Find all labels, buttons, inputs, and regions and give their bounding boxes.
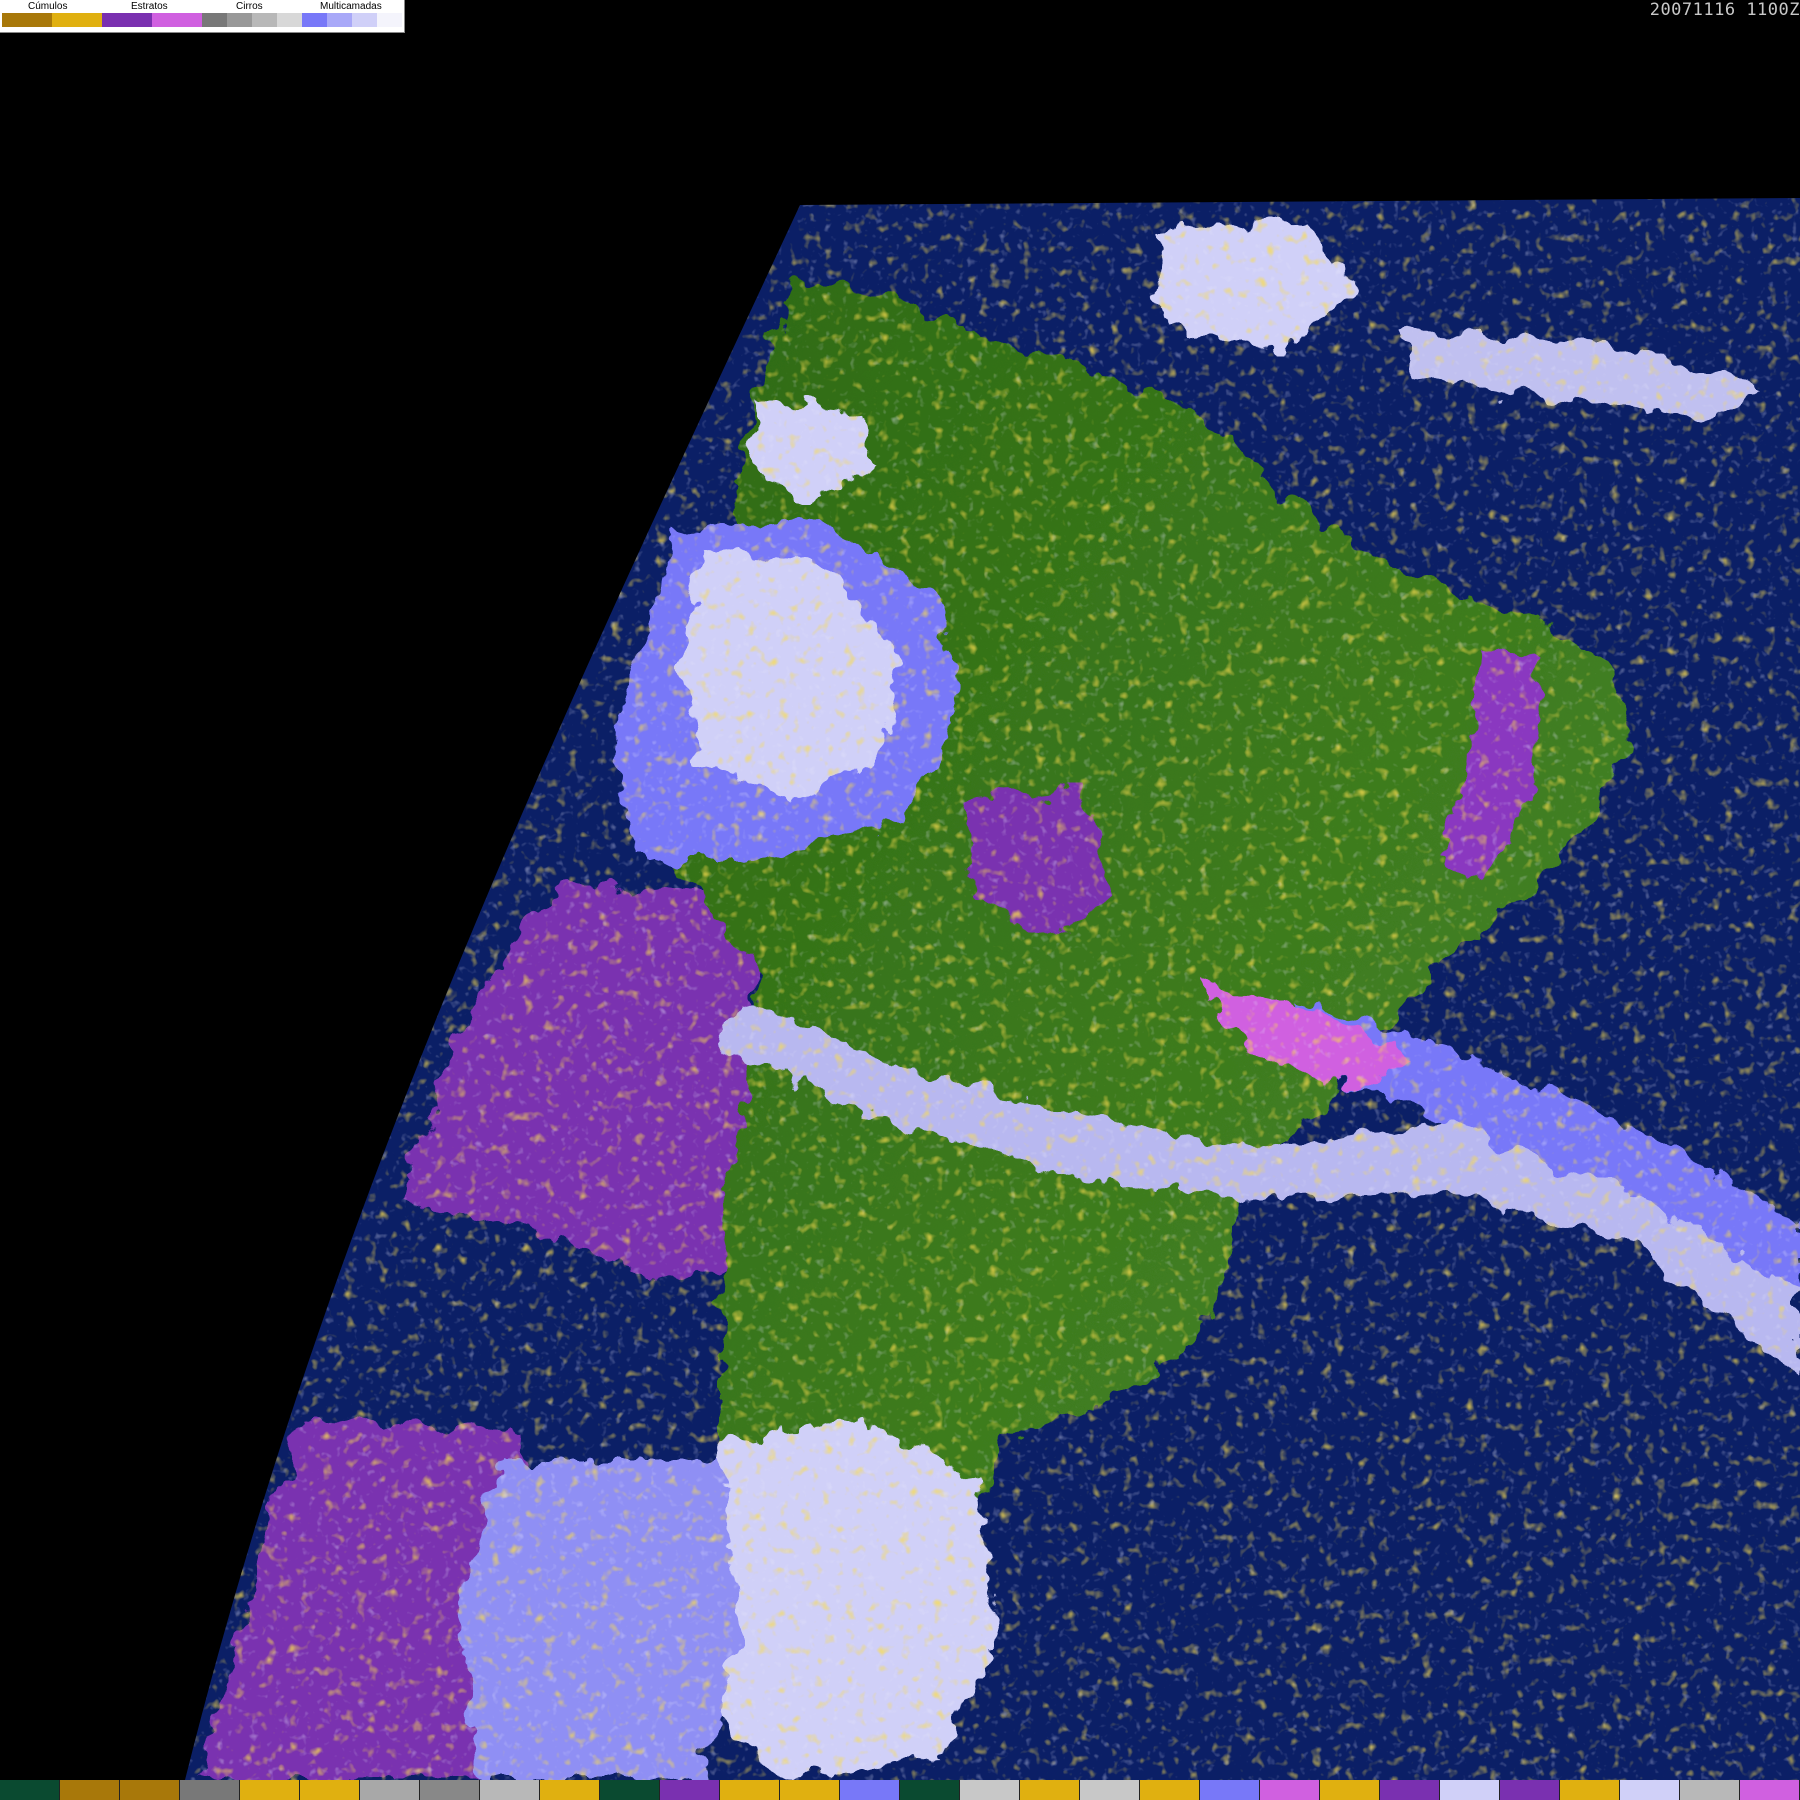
legend-swatch xyxy=(302,13,327,27)
bottom-strip-cell xyxy=(900,1780,960,1800)
image-timestamp: 20071116 1100Z xyxy=(1649,0,1800,20)
legend-swatch xyxy=(152,13,202,27)
bottom-strip-cell xyxy=(360,1780,420,1800)
bottom-strip-cell xyxy=(1200,1780,1260,1800)
bottom-strip-cell xyxy=(0,1780,60,1800)
legend-swatch xyxy=(277,13,302,27)
legend-swatch xyxy=(227,13,252,27)
legend-swatch xyxy=(202,13,227,27)
bottom-strip-cell xyxy=(1140,1780,1200,1800)
bottom-strip-cell xyxy=(600,1780,660,1800)
legend-swatches xyxy=(2,13,402,27)
bottom-strip-cell xyxy=(840,1780,900,1800)
legend-label-cumulus: Cúmulos xyxy=(28,1,68,12)
cirrus-speckle xyxy=(185,198,1800,1780)
bottom-strip-cell xyxy=(420,1780,480,1800)
legend-label-multilayer: Multicamadas xyxy=(320,1,382,12)
bottom-strip-cell xyxy=(1440,1780,1500,1800)
bottom-strip-cell xyxy=(120,1780,180,1800)
legend-swatch xyxy=(352,13,377,27)
bottom-color-strip xyxy=(0,1780,1800,1800)
bottom-strip-cell xyxy=(960,1780,1020,1800)
bottom-strip-cell xyxy=(1080,1780,1140,1800)
legend-swatch xyxy=(252,13,277,27)
bottom-strip-cell xyxy=(540,1780,600,1800)
bottom-strip-cell xyxy=(240,1780,300,1800)
legend-label-stratus: Estratos xyxy=(131,1,168,12)
bottom-strip-cell xyxy=(60,1780,120,1800)
legend-swatch xyxy=(377,13,402,27)
legend-swatch xyxy=(52,13,102,27)
satellite-cloud-map xyxy=(185,198,1800,1780)
bottom-strip-cell xyxy=(720,1780,780,1800)
bottom-strip-cell xyxy=(1680,1780,1740,1800)
bottom-strip-cell xyxy=(780,1780,840,1800)
bottom-strip-cell xyxy=(180,1780,240,1800)
bottom-strip-cell xyxy=(1740,1780,1800,1800)
legend-swatch xyxy=(102,13,152,27)
legend-swatch xyxy=(327,13,352,27)
bottom-strip-cell xyxy=(1500,1780,1560,1800)
bottom-strip-cell xyxy=(300,1780,360,1800)
legend-label-cirrus: Cirros xyxy=(236,1,263,12)
bottom-strip-cell xyxy=(660,1780,720,1800)
bottom-strip-cell xyxy=(1620,1780,1680,1800)
bottom-strip-cell xyxy=(1560,1780,1620,1800)
cloud-type-legend: Cúmulos Estratos Cirros Multicamadas xyxy=(0,0,405,33)
bottom-strip-cell xyxy=(1320,1780,1380,1800)
bottom-strip-cell xyxy=(480,1780,540,1800)
legend-swatch xyxy=(2,13,52,27)
bottom-strip-cell xyxy=(1020,1780,1080,1800)
bottom-strip-cell xyxy=(1380,1780,1440,1800)
bottom-strip-cell xyxy=(1260,1780,1320,1800)
